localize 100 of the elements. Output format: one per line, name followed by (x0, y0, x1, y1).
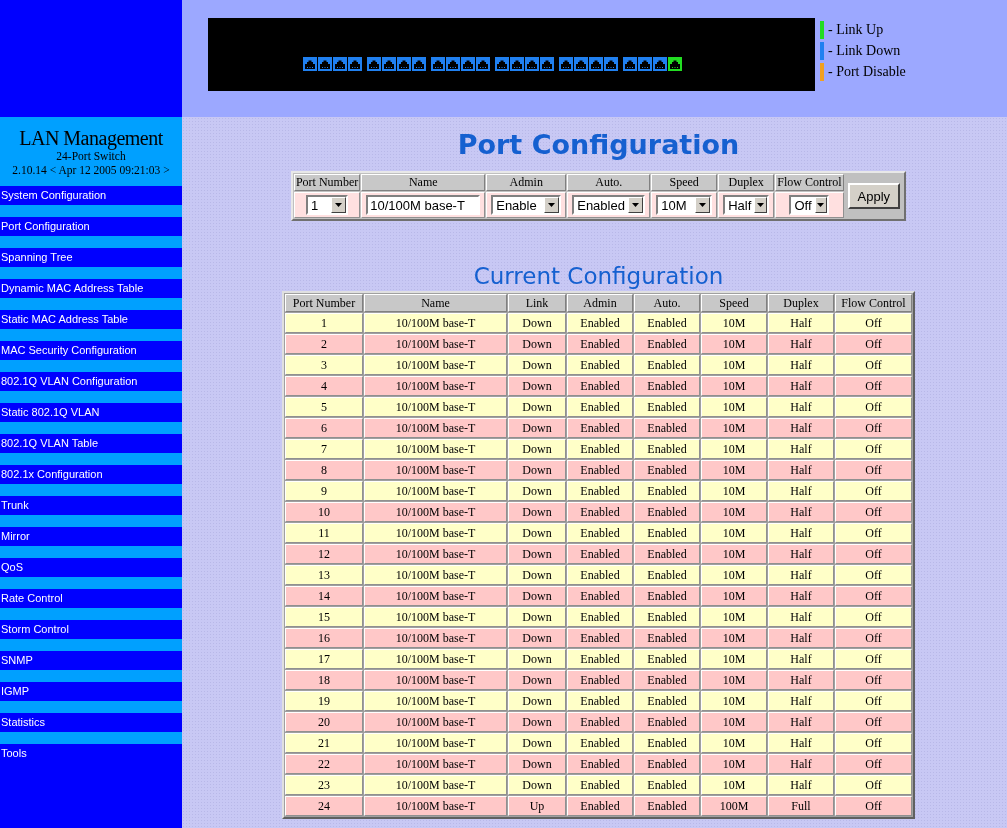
table-cell: 13 (285, 565, 363, 585)
table-cell: Enabled (634, 775, 700, 795)
table-cell: Enabled (634, 712, 700, 732)
sidebar-link[interactable]: Port Configuration (0, 217, 182, 236)
table-cell: Enabled (567, 355, 633, 375)
sidebar-link[interactable]: Storm Control (0, 620, 182, 639)
table-cell: Enabled (567, 376, 633, 396)
table-cell: Enabled (634, 628, 700, 648)
table-cell: Off (835, 670, 912, 690)
sidebar-link[interactable]: Static MAC Address Table (0, 310, 182, 329)
apply-button[interactable]: Apply (847, 183, 901, 209)
caret-icon (817, 203, 825, 207)
table-cell: 10M (701, 544, 767, 564)
sidebar-link[interactable]: 802.1Q VLAN Configuration (0, 372, 182, 391)
table-cell: 10M (701, 439, 767, 459)
table-cell: Enabled (567, 670, 633, 690)
table-cell: 10M (701, 313, 767, 333)
table-cell: Off (835, 691, 912, 711)
table-cell: Half (768, 691, 834, 711)
table-cell: 10M (701, 733, 767, 753)
table-cell: Half (768, 733, 834, 753)
page-title: Port Configuration (457, 129, 740, 161)
table-cell: 10/100M base-T (364, 355, 507, 375)
table-cell: Half (768, 565, 834, 585)
table-cell: 10M (701, 502, 767, 522)
sidebar-link[interactable]: Mirror (0, 527, 182, 546)
sidebar-link[interactable]: 802.1Q VLAN Table (0, 434, 182, 453)
table-cell: Enabled (567, 586, 633, 606)
sidebar-link[interactable]: Dynamic MAC Address Table (0, 279, 182, 298)
table-cell: Down (508, 649, 566, 669)
table-cell: 18 (285, 670, 363, 690)
table-cell: 1 (285, 313, 363, 333)
table-cell: Enabled (567, 649, 633, 669)
table-cell: Enabled (634, 670, 700, 690)
table-cell: Down (508, 418, 566, 438)
table-cell: 10/100M base-T (364, 565, 507, 585)
table-cell: 10/100M base-T (364, 775, 507, 795)
table-cell: Enabled (567, 607, 633, 627)
dropdown[interactable]: 1 (306, 195, 349, 215)
column-header: Speed (701, 294, 767, 312)
table-cell: Enabled (634, 418, 700, 438)
sidebar-link[interactable]: Rate Control (0, 589, 182, 608)
table-cell: 10M (701, 397, 767, 417)
sidebar-link[interactable]: Static 802.1Q VLAN (0, 403, 182, 422)
form-header: Auto. (567, 174, 651, 191)
sidebar-link[interactable]: QoS (0, 558, 182, 577)
table-cell: Down (508, 397, 566, 417)
sidebar-link[interactable]: System Configuration (0, 186, 182, 205)
table-cell: Enabled (567, 565, 633, 585)
table-cell: Enabled (634, 376, 700, 396)
dropdown[interactable]: Half (723, 195, 770, 215)
table-cell: Half (768, 628, 834, 648)
table-cell: 10M (701, 670, 767, 690)
dropdown[interactable]: Off (789, 195, 830, 215)
table-cell: Off (835, 481, 912, 501)
name-input[interactable]: 10/100M base-T (366, 195, 481, 215)
sidebar-link[interactable]: SNMP (0, 651, 182, 670)
table-cell: 10M (701, 754, 767, 774)
table-cell: 10/100M base-T (364, 418, 507, 438)
product-subtitle: 24-Port Switch (56, 149, 126, 163)
sidebar-link[interactable]: MAC Security Configuration (0, 341, 182, 360)
table-cell: 11 (285, 523, 363, 543)
sidebar-link[interactable]: Statistics (0, 713, 182, 732)
sidebar-link[interactable]: Tools (0, 744, 182, 828)
table-cell: 10M (701, 418, 767, 438)
table-cell: 10/100M base-T (364, 523, 507, 543)
table-cell: Enabled (634, 649, 700, 669)
table-cell: 10M (701, 523, 767, 543)
form-header: Flow Control (775, 174, 844, 191)
table-cell: Half (768, 481, 834, 501)
table-cell: Half (768, 544, 834, 564)
column-header: Flow Control (835, 294, 912, 312)
table-cell: 10/100M base-T (364, 712, 507, 732)
table-cell: Down (508, 355, 566, 375)
table-cell: Half (768, 649, 834, 669)
table-cell: Half (768, 754, 834, 774)
table-cell: Enabled (567, 397, 633, 417)
table-cell: Down (508, 607, 566, 627)
table-cell: Down (508, 439, 566, 459)
table-cell: Half (768, 523, 834, 543)
table-cell: 9 (285, 481, 363, 501)
sidebar-link[interactable]: IGMP (0, 682, 182, 701)
table-cell: Enabled (567, 418, 633, 438)
dropdown[interactable]: Enable (491, 195, 562, 215)
sidebar-link[interactable]: 802.1x Configuration (0, 465, 182, 484)
table-cell: 10/100M base-T (364, 313, 507, 333)
table-cell: Off (835, 313, 912, 333)
dropdown[interactable]: Enabled (572, 195, 646, 215)
table-cell: 21 (285, 733, 363, 753)
table-cell: 10/100M base-T (364, 796, 507, 816)
table-cell: Off (835, 565, 912, 585)
dropdown[interactable]: 10M (656, 195, 713, 215)
table-cell: Enabled (634, 607, 700, 627)
table-cell: Down (508, 523, 566, 543)
table-cell: 3 (285, 355, 363, 375)
sidebar-link[interactable]: Trunk (0, 496, 182, 515)
table-cell: Enabled (567, 544, 633, 564)
caret-icon (757, 203, 765, 207)
table-cell: Enabled (634, 565, 700, 585)
sidebar-link[interactable]: Spanning Tree (0, 248, 182, 267)
